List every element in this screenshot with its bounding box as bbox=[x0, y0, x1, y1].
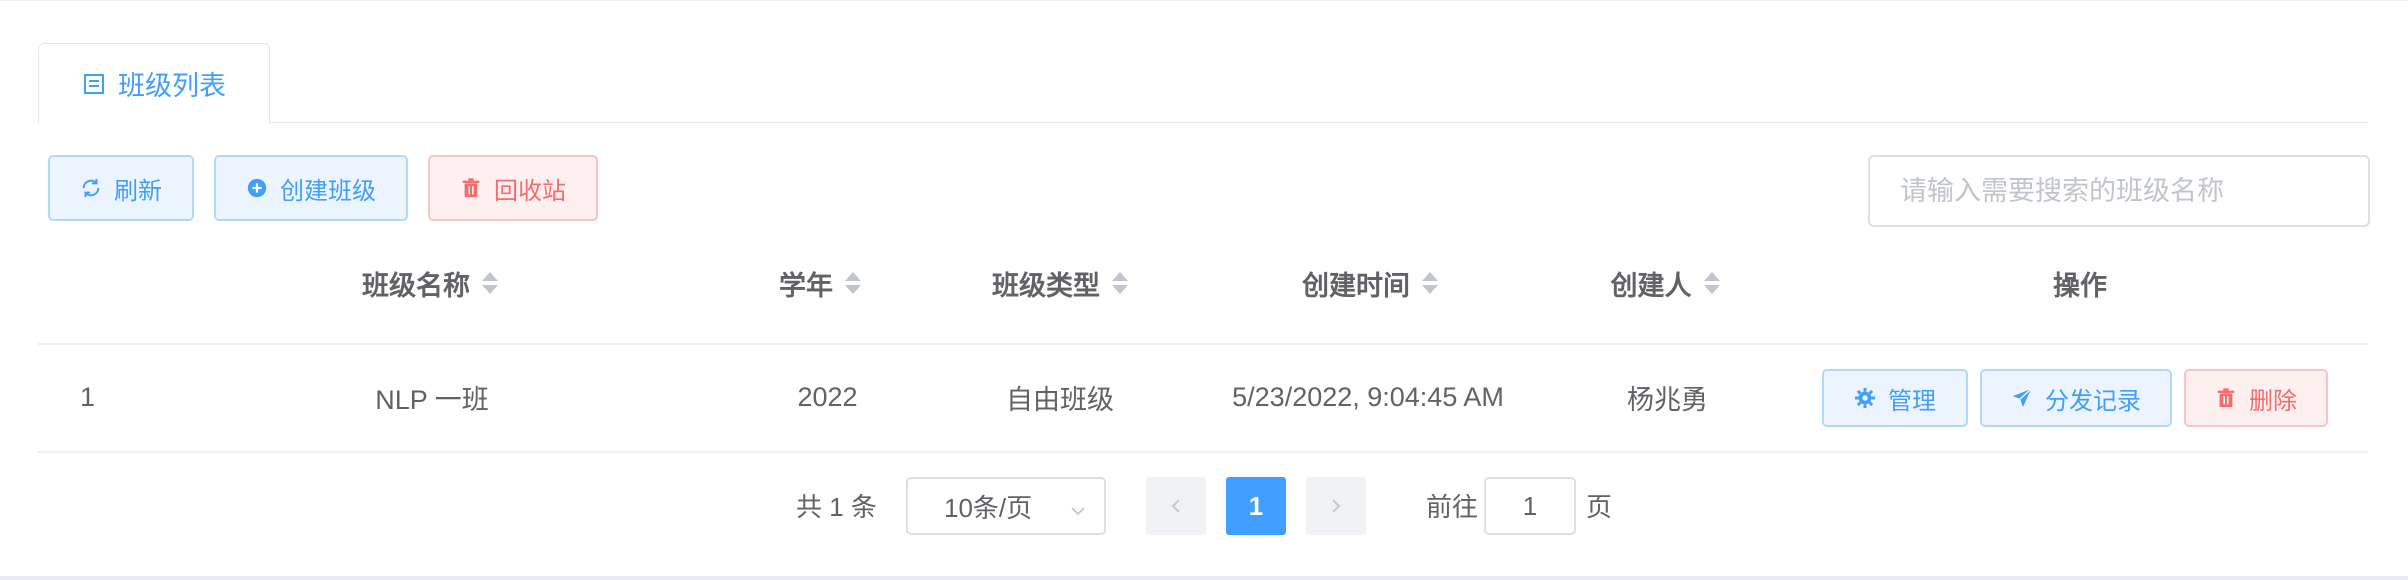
header-divider bbox=[38, 343, 2368, 345]
column-label: 学年 bbox=[779, 270, 833, 301]
manage-button[interactable]: 管理 bbox=[1822, 369, 1968, 427]
refresh-button[interactable]: 刷新 bbox=[48, 155, 194, 221]
trash-icon bbox=[2215, 387, 2237, 409]
column-header-actions: 操作 bbox=[2020, 261, 2140, 305]
sort-caret-icon[interactable] bbox=[482, 272, 498, 294]
distribution-record-label: 分发记录 bbox=[2045, 387, 2141, 415]
refresh-icon bbox=[80, 177, 102, 199]
list-icon bbox=[82, 72, 106, 96]
gear-icon bbox=[1854, 387, 1876, 409]
cell-class-name: NLP 一班 bbox=[375, 384, 489, 415]
sort-caret-icon[interactable] bbox=[845, 272, 861, 294]
cell-creator: 杨兆勇 bbox=[1627, 384, 1708, 415]
sort-caret-icon[interactable] bbox=[1112, 272, 1128, 294]
column-header-class-name[interactable]: 班级名称 bbox=[330, 261, 530, 305]
goto-prefix: 前往 bbox=[1426, 491, 1479, 522]
sort-caret-icon[interactable] bbox=[1703, 272, 1720, 294]
chevron-left-icon bbox=[1167, 491, 1185, 522]
manage-label: 管理 bbox=[1888, 387, 1936, 415]
page-size-select[interactable]: 10条/页 bbox=[906, 477, 1106, 535]
tab-label: 班级列表 bbox=[118, 71, 226, 101]
class-search-input[interactable] bbox=[1868, 155, 2370, 227]
column-header-class-type[interactable]: 班级类型 bbox=[960, 261, 1160, 305]
goto-suffix: 页 bbox=[1586, 491, 1613, 522]
cell-year: 2022 bbox=[797, 381, 858, 412]
column-label: 创建时间 bbox=[1302, 270, 1410, 301]
row-divider bbox=[38, 451, 2368, 453]
column-label: 操作 bbox=[2053, 270, 2107, 301]
trash-icon bbox=[460, 177, 482, 199]
next-page-button[interactable] bbox=[1306, 477, 1366, 535]
column-header-created-at[interactable]: 创建时间 bbox=[1270, 261, 1470, 305]
chevron-right-icon bbox=[1327, 491, 1345, 522]
sort-caret-icon[interactable] bbox=[1422, 272, 1438, 294]
page-number-button[interactable]: 1 bbox=[1226, 477, 1286, 535]
create-class-button[interactable]: 创建班级 bbox=[214, 155, 408, 221]
column-label: 班级类型 bbox=[992, 270, 1100, 301]
create-class-label: 创建班级 bbox=[280, 177, 376, 205]
row-index: 1 bbox=[80, 381, 96, 412]
prev-page-button[interactable] bbox=[1146, 477, 1206, 535]
column-header-creator[interactable]: 创建人 bbox=[1580, 261, 1750, 305]
recycle-bin-button[interactable]: 回收站 bbox=[428, 155, 598, 221]
tab-class-list[interactable]: 班级列表 bbox=[38, 43, 270, 124]
send-icon bbox=[2011, 387, 2033, 409]
column-header-year[interactable]: 学年 bbox=[760, 261, 880, 305]
column-label: 班级名称 bbox=[362, 270, 470, 301]
page-size-value: 10条/页 bbox=[944, 492, 1033, 523]
goto-page-input[interactable] bbox=[1484, 477, 1576, 535]
column-label: 创建人 bbox=[1610, 270, 1692, 301]
cell-created-at: 5/23/2022, 9:04:45 AM bbox=[1232, 381, 1504, 412]
page-frame: 班级列表 刷新 创建班级 回收站 班级名称 学年 班级类型 创建时间 bbox=[0, 0, 2408, 580]
plus-circle-icon bbox=[246, 177, 268, 199]
chevron-down-icon bbox=[1068, 497, 1088, 517]
pagination-total: 共 1 条 bbox=[796, 491, 877, 522]
tabs-bar: 班级列表 bbox=[38, 43, 2368, 124]
recycle-bin-label: 回收站 bbox=[494, 177, 566, 205]
delete-label: 删除 bbox=[2249, 387, 2297, 415]
cell-class-type: 自由班级 bbox=[1006, 384, 1114, 415]
refresh-label: 刷新 bbox=[114, 177, 162, 205]
distribution-record-button[interactable]: 分发记录 bbox=[1980, 369, 2172, 427]
delete-button[interactable]: 删除 bbox=[2184, 369, 2328, 427]
